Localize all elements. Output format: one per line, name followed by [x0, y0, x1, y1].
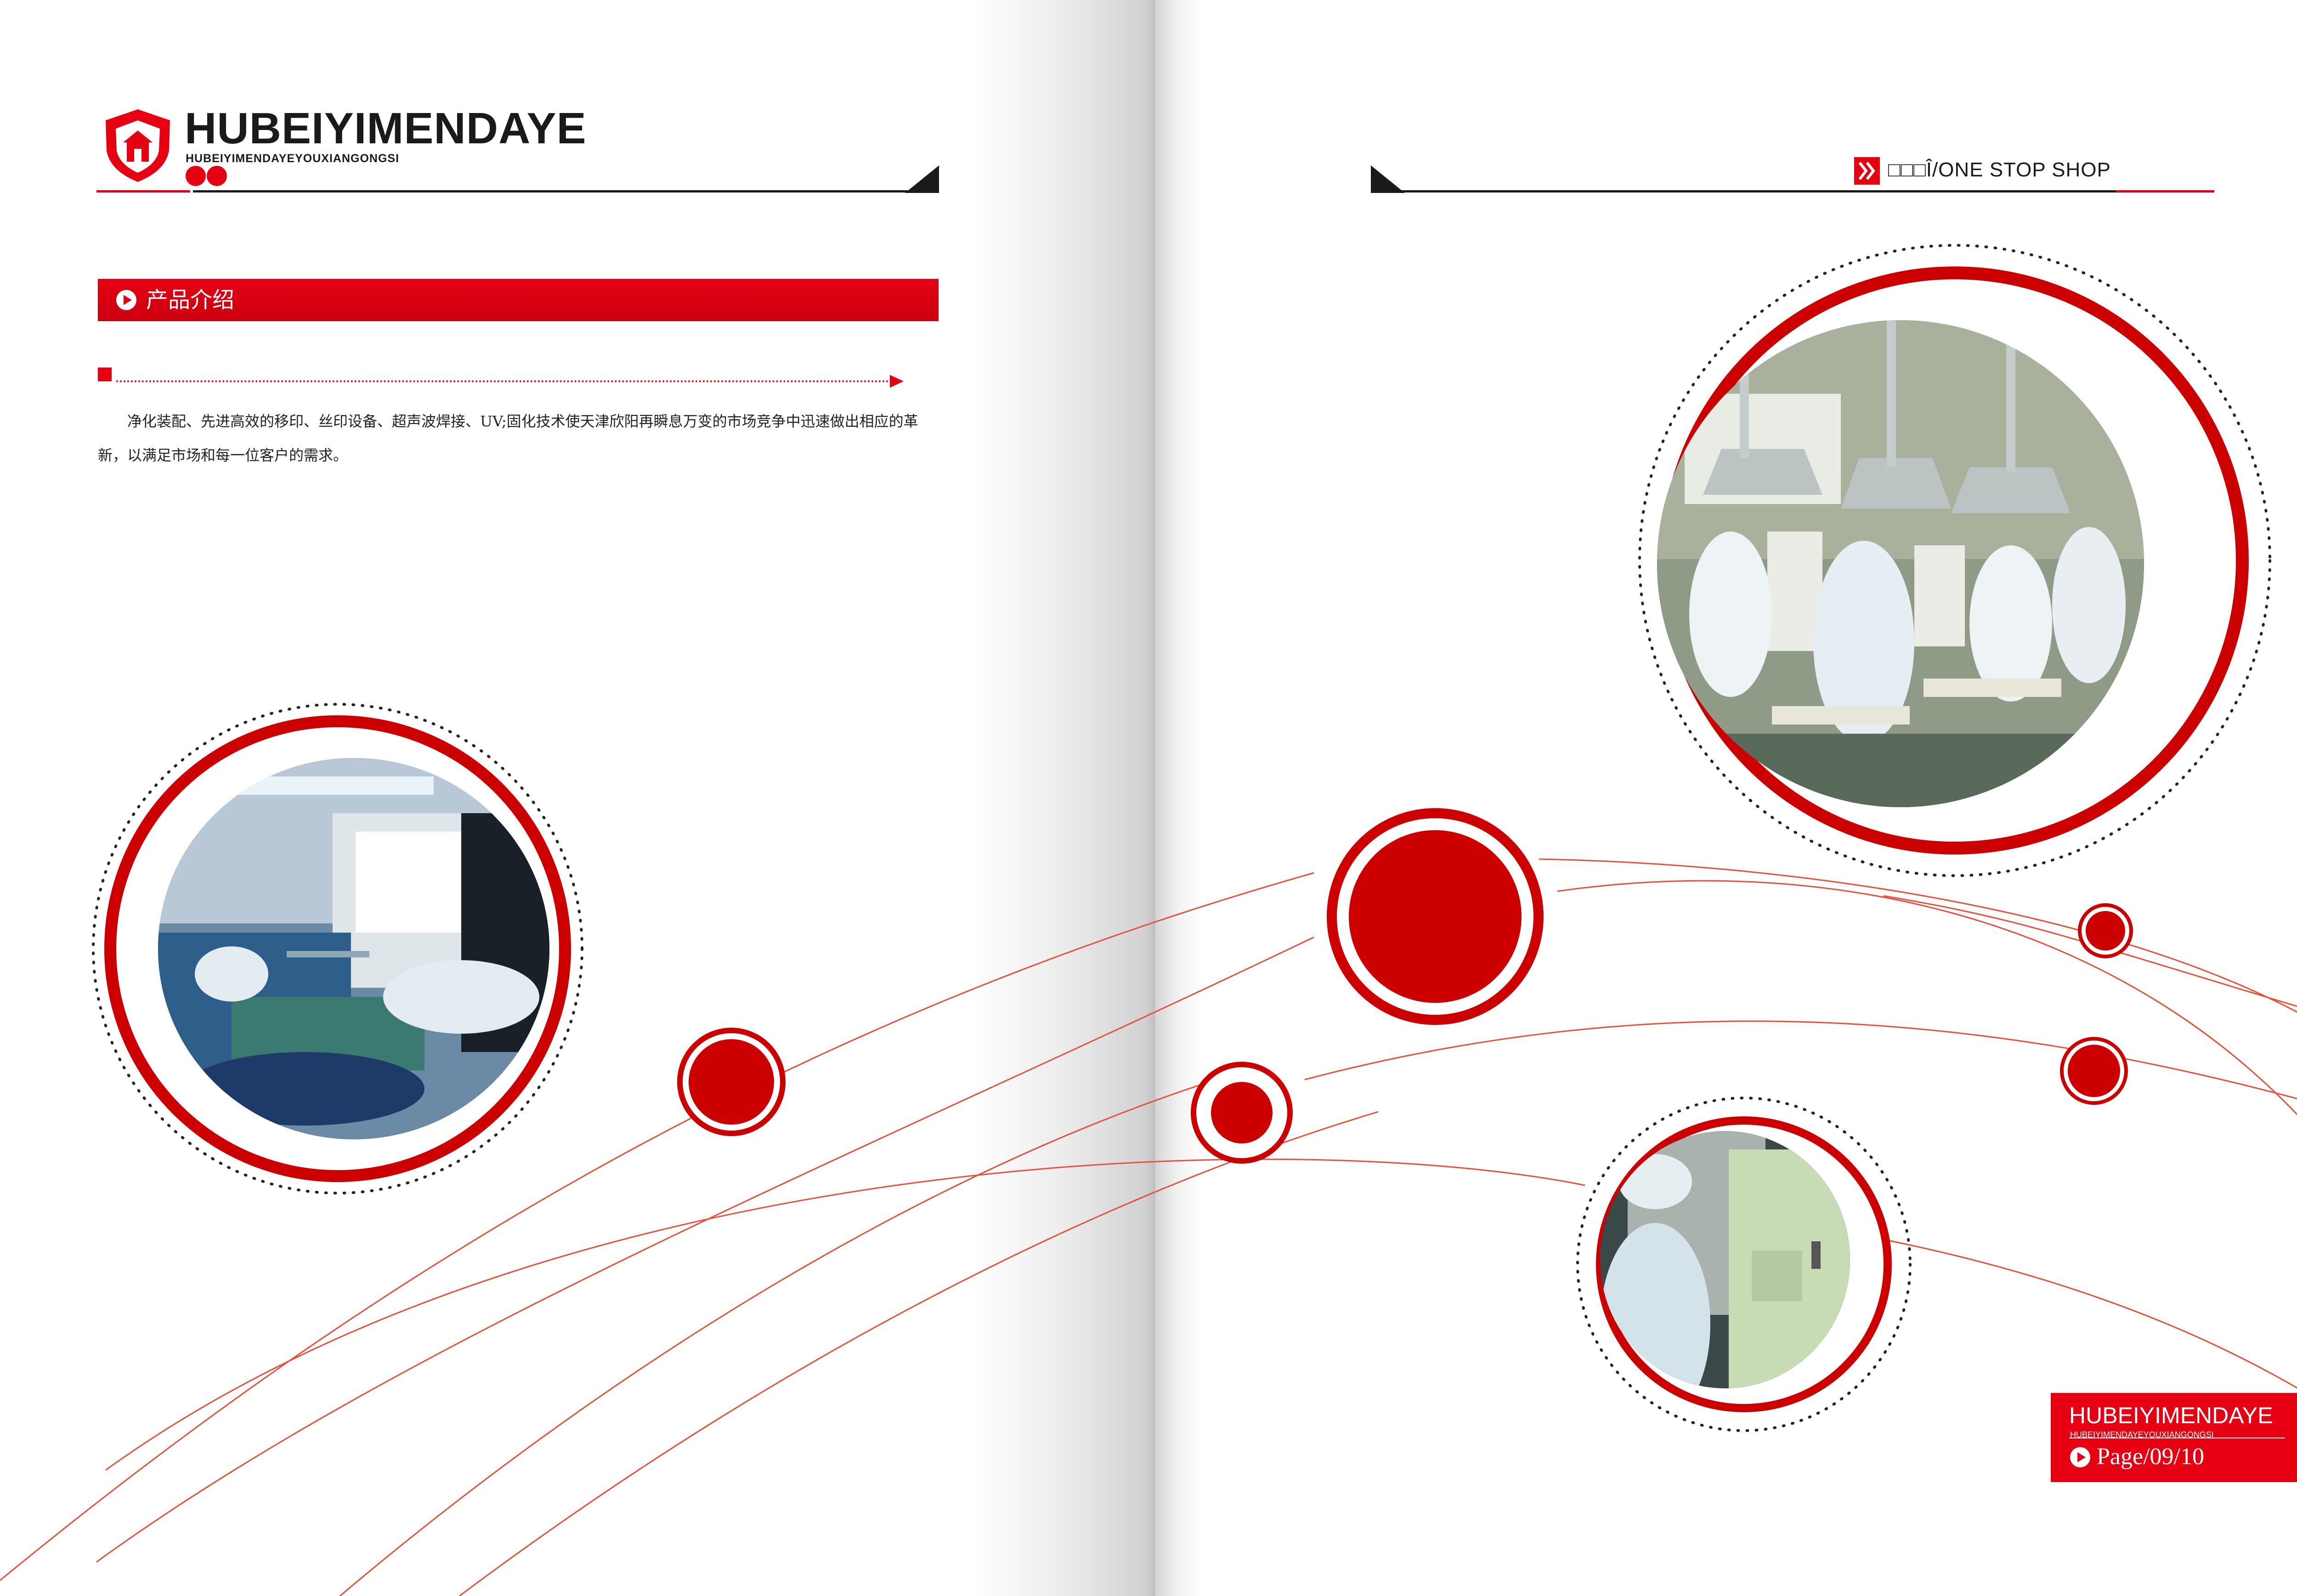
- large-red-circle: [1349, 830, 1522, 1003]
- footer-brand-name: HUBEIYIMENDAYE: [2069, 1403, 2273, 1428]
- brand-tagline: HUBEIYIMENDAYEYOUXIANGONGSI: [186, 152, 400, 165]
- photo-icon: [158, 758, 549, 1139]
- header-rule: [193, 190, 928, 192]
- section-title: 产品介绍: [146, 287, 235, 313]
- red-dot-icon: [207, 166, 227, 186]
- corner-triangle-icon: [905, 165, 939, 193]
- section-body-text: 净化装配、先进高效的移印、丝印设备、超声波焊接、UV;固化技术使天津欣阳再瞬息万…: [98, 413, 918, 464]
- corner-triangle-icon: [1371, 165, 1405, 193]
- double-chevron-icon: [1854, 157, 1880, 185]
- header-red-rule: [96, 190, 190, 192]
- section-header-bar: 产品介绍: [98, 279, 939, 321]
- red-dot-icon: [186, 166, 206, 186]
- red-square-icon: [98, 368, 112, 381]
- header-right-red-rule: [2116, 190, 2214, 192]
- play-icon: [116, 290, 136, 310]
- brand-name: HUBEIYIMENDAYE: [185, 104, 587, 153]
- photo-operator-at-cabinet: [1600, 1131, 1850, 1388]
- page-number: Page/09/10: [2097, 1443, 2204, 1470]
- footer-page-box: HUBEIYIMENDAYE HUBEIYIMENDAYEYOUXIANGONG…: [2051, 1393, 2297, 1482]
- photo-icon: [1600, 1131, 1850, 1388]
- header-right-rule: [1397, 190, 2116, 192]
- shield-logo-icon: [106, 109, 170, 182]
- one-stop-shop-label: □□□Î/ONE STOP SHOP: [1888, 158, 2111, 181]
- photo-workshop-stations: [1657, 320, 2144, 807]
- photo-cleanroom-assembly-line: [158, 758, 549, 1139]
- dotted-rule: [116, 380, 893, 382]
- play-icon: [2070, 1447, 2090, 1467]
- arrow-right-icon: [890, 375, 904, 388]
- photo-icon: [1657, 320, 2144, 807]
